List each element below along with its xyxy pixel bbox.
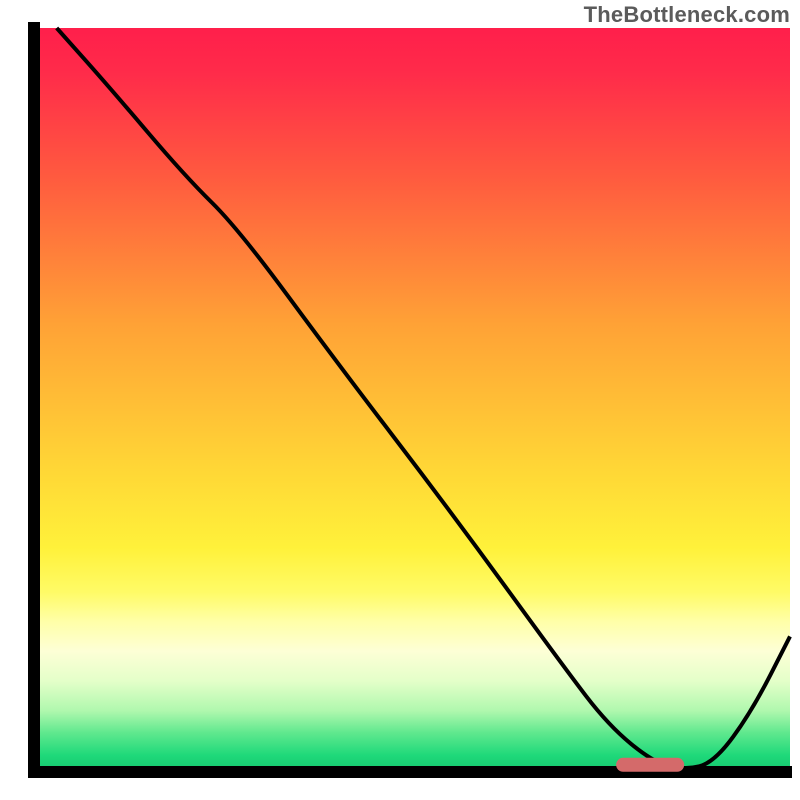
chart-container: TheBottleneck.com	[0, 0, 800, 800]
bottom-marker	[616, 758, 684, 772]
y-axis	[28, 22, 40, 778]
watermark-text: TheBottleneck.com	[584, 2, 790, 28]
chart-svg	[0, 0, 800, 800]
plot-background	[34, 28, 790, 770]
